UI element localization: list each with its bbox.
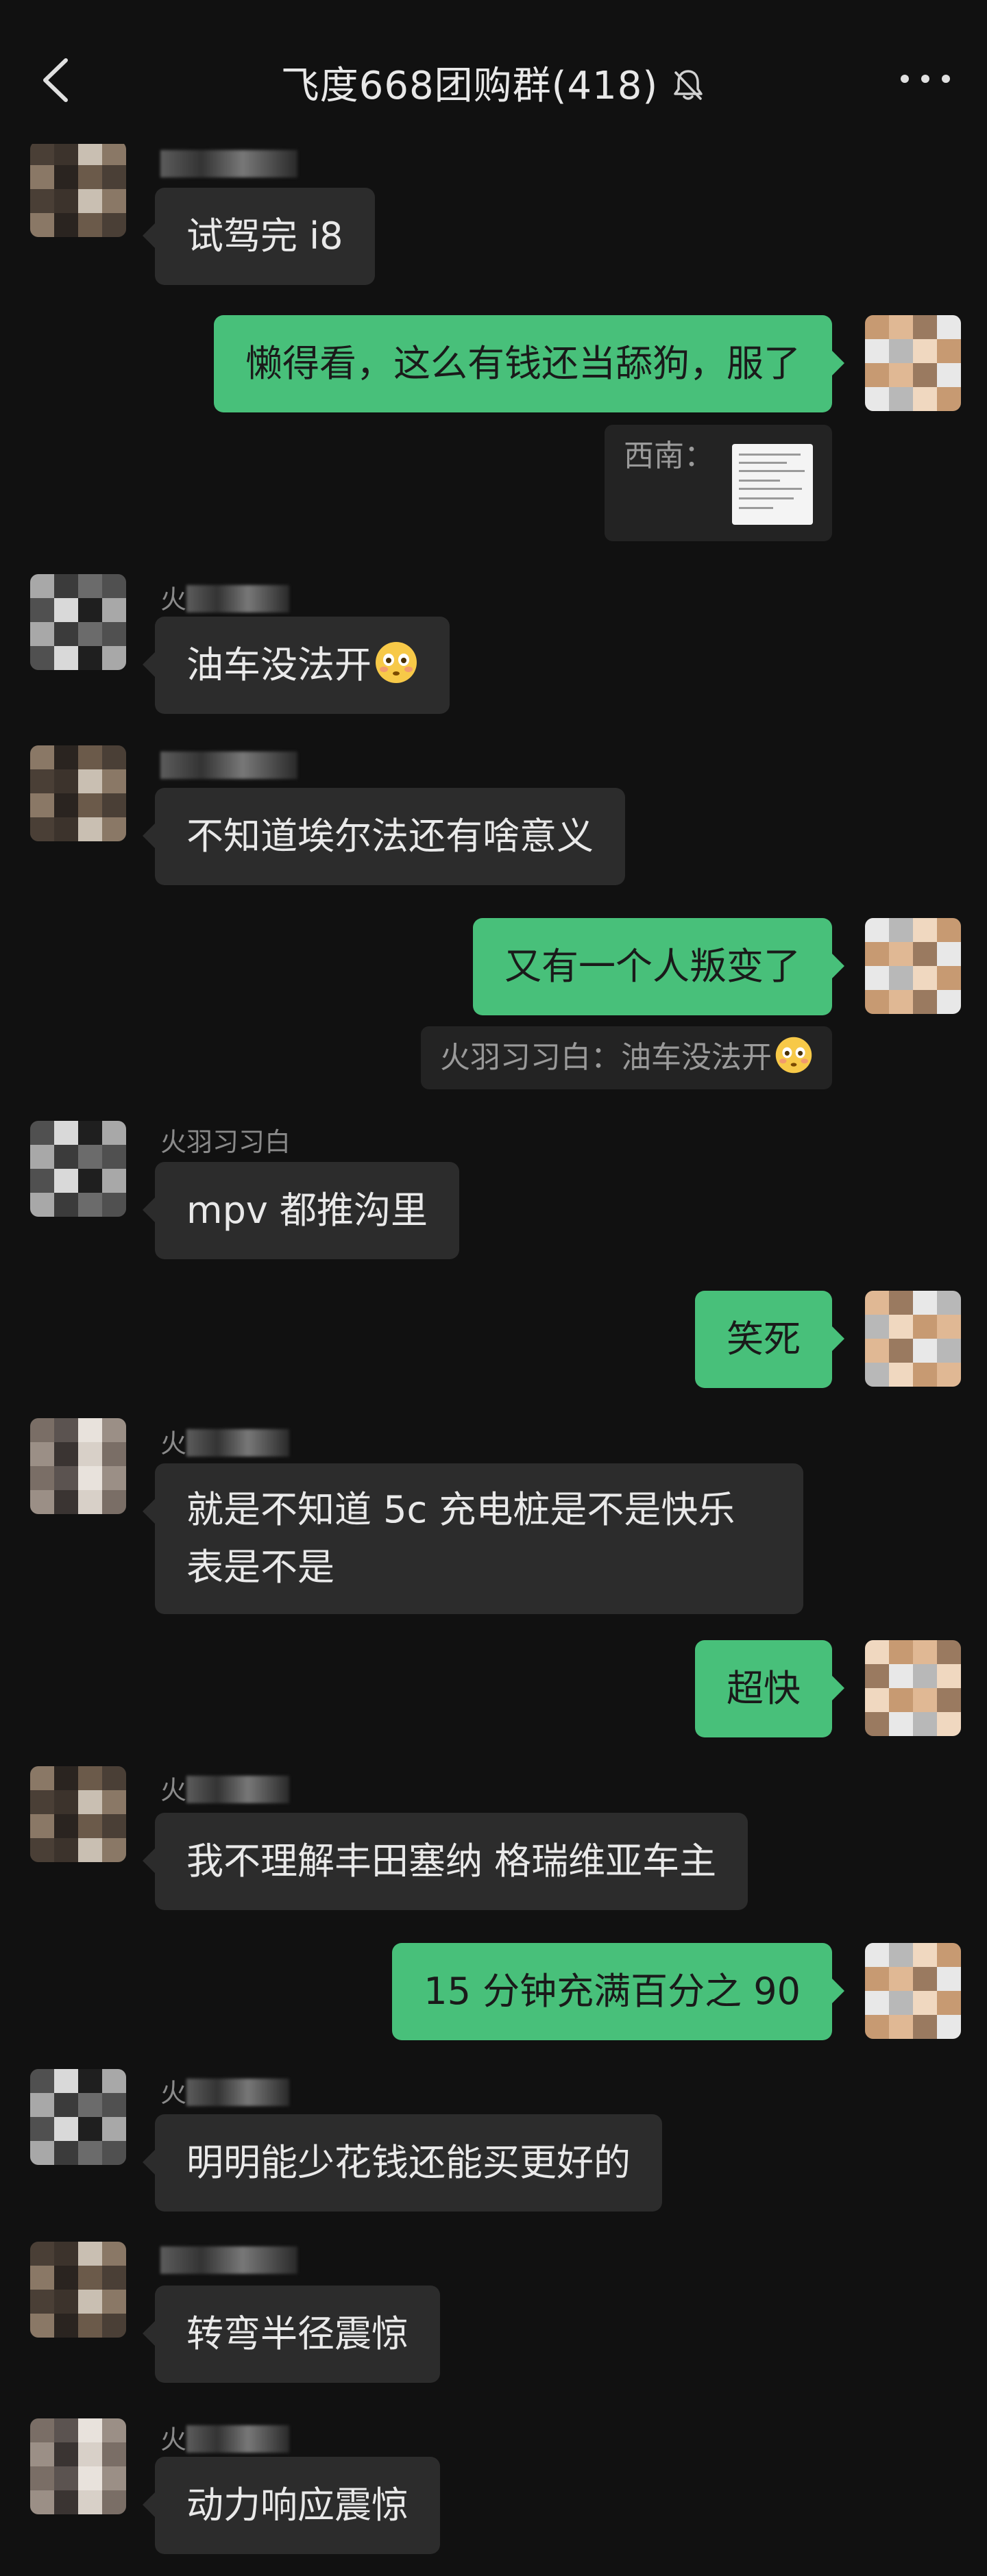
quoted-image-thumbnail xyxy=(732,444,813,525)
avatar[interactable] xyxy=(30,745,126,841)
quote-label: 西南： xyxy=(624,438,714,473)
message-bubble[interactable]: 就是不知道 5c 充电桩是不是快乐 表是不是 xyxy=(143,1463,803,1614)
more-dots-icon[interactable] xyxy=(898,69,953,89)
message-bubble[interactable]: 又有一个人叛变了 xyxy=(473,918,844,1015)
quoted-message[interactable]: 火羽习习白：油车没法开 xyxy=(421,1026,832,1089)
avatar[interactable] xyxy=(30,1418,126,1514)
avatar[interactable] xyxy=(865,918,961,1014)
message-bubble[interactable]: 超快 xyxy=(695,1640,844,1737)
message-text-line: 表是不是 xyxy=(186,1546,334,1589)
message-bubble[interactable]: 明明能少花钱还能买更好的 xyxy=(143,2114,662,2212)
avatar[interactable] xyxy=(30,2069,126,2165)
flushed-face-icon xyxy=(376,642,417,683)
avatar[interactable] xyxy=(865,1640,961,1736)
quote-label: 火羽习习白：油车没法开 xyxy=(440,1040,772,1075)
message-bubble[interactable]: 15 分钟充满百分之 90 xyxy=(392,1943,844,2040)
message-bubble[interactable]: 转弯半径震惊 xyxy=(143,2286,440,2383)
message-bubble[interactable]: 我不理解丰田塞纳 格瑞维亚车主 xyxy=(142,1813,748,1910)
avatar[interactable] xyxy=(865,315,961,411)
chat-header: 飞度668团购群(418) xyxy=(0,0,987,144)
sender-name: 火 xyxy=(160,1769,290,1807)
avatar[interactable] xyxy=(30,1121,126,1217)
avatar[interactable] xyxy=(30,141,126,237)
message-bubble[interactable]: 不知道埃尔法还有啥意义 xyxy=(143,788,625,885)
message-bubble[interactable]: 动力响应震惊 xyxy=(143,2457,440,2554)
sender-name xyxy=(160,751,297,781)
sender-name: 火 xyxy=(160,578,290,616)
avatar[interactable] xyxy=(865,1291,961,1387)
sender-name xyxy=(160,149,297,179)
message-text-line: 就是不知道 5c 充电桩是不是快乐 xyxy=(186,1488,735,1531)
avatar[interactable] xyxy=(30,2418,126,2514)
message-bubble[interactable]: 笑死 xyxy=(695,1291,844,1388)
message-bubble[interactable]: 油车没法开 xyxy=(143,617,450,714)
message-bubble[interactable]: 懒得看，这么有钱还当舔狗，服了 xyxy=(214,315,844,412)
bell-off-icon xyxy=(674,70,703,100)
chat-title: 飞度668团购群(418) xyxy=(280,64,659,108)
sender-name: 火羽习习白 xyxy=(160,1127,291,1157)
avatar[interactable] xyxy=(30,2242,126,2338)
message-text: 油车没法开 xyxy=(186,643,371,686)
sender-name xyxy=(160,2246,297,2276)
sender-name: 火 xyxy=(160,1422,290,1460)
flushed-face-icon xyxy=(775,1037,812,1074)
sender-name: 火 xyxy=(160,2072,290,2109)
quoted-message[interactable]: 西南： xyxy=(605,425,832,541)
avatar[interactable] xyxy=(30,574,126,670)
avatar[interactable] xyxy=(30,1766,126,1862)
message-bubble[interactable]: mpv 都推沟里 xyxy=(142,1162,460,1259)
message-bubble[interactable]: 试驾完 i8 xyxy=(143,188,375,285)
sender-name: 火 xyxy=(160,2418,290,2456)
avatar[interactable] xyxy=(865,1943,961,2039)
